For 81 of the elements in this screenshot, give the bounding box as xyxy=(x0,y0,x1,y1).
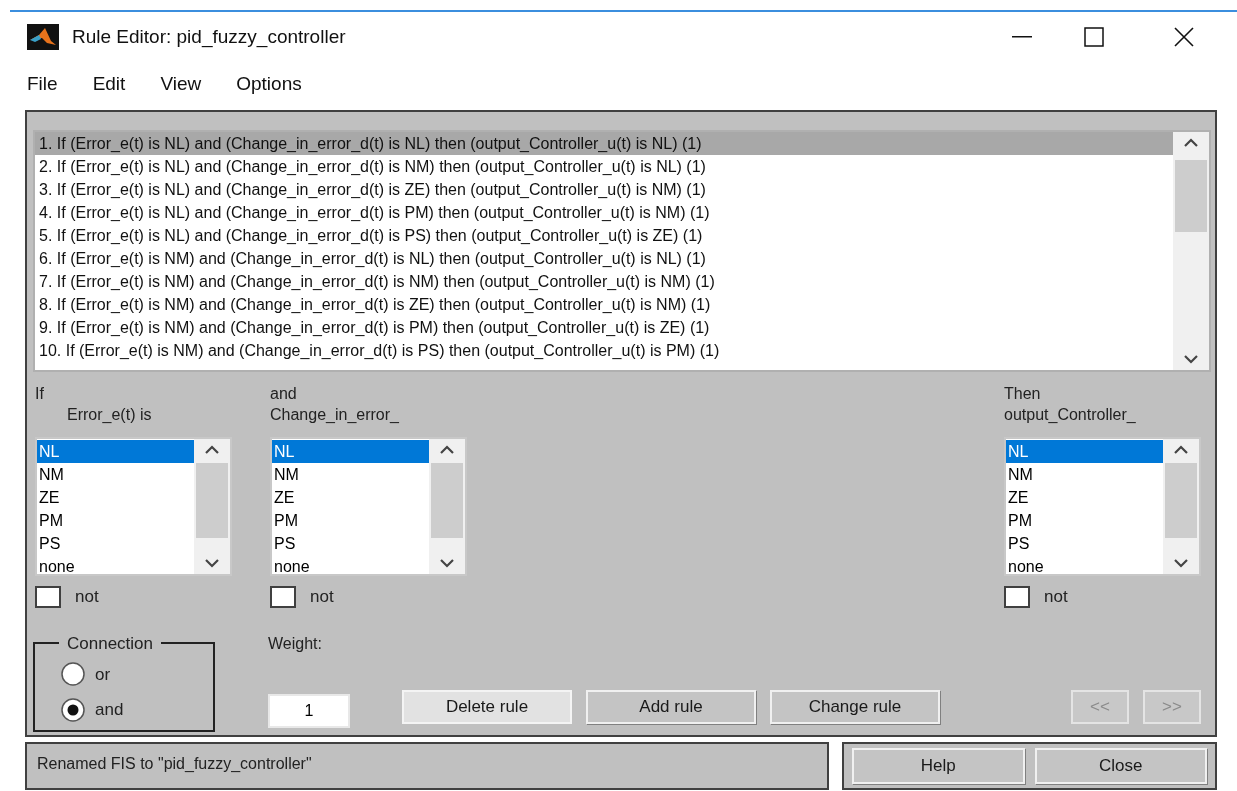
rule-item[interactable]: 5. If (Error_e(t) is NL) and (Change_in_error_d(t) is PS) then (output_Controller_u(t) is ZE) (1) xyxy=(35,224,1173,247)
checkbox[interactable] xyxy=(1004,585,1030,608)
rule-item[interactable]: 7. If (Error_e(t) is NM) and (Change_in_error_d(t) is NM) then (output_Controller_u(t) is NM) (1) xyxy=(35,270,1173,293)
membership-list[interactable]: NL NM ZE PM PS none xyxy=(35,437,232,576)
chevron-down-icon[interactable] xyxy=(1174,559,1188,568)
chevron-up-icon[interactable] xyxy=(1174,445,1188,454)
rule-item[interactable]: 10. If (Error_e(t) is NM) and (Change_in_error_d(t) is PS) then (output_Controller_u(t) is PM) (1) xyxy=(35,339,1173,362)
list-item[interactable]: PS xyxy=(37,532,194,555)
chevron-up-icon[interactable] xyxy=(440,445,454,454)
chevron-down-icon[interactable] xyxy=(1184,355,1198,364)
app-logo-icon xyxy=(27,24,59,50)
variable-label: output_Controller_ xyxy=(1004,405,1137,425)
checkbox[interactable] xyxy=(35,585,61,608)
button[interactable]: Change rule xyxy=(770,689,940,724)
radio-button[interactable] xyxy=(61,662,85,687)
list-item[interactable]: PM xyxy=(37,509,194,532)
menu-item[interactable]: File xyxy=(27,69,58,99)
column-heading: If xyxy=(35,384,45,404)
column-heading: and xyxy=(270,384,298,404)
weight-label: Weight: xyxy=(268,633,323,654)
list-item[interactable]: PS xyxy=(1006,532,1163,555)
rule-item[interactable]: 3. If (Error_e(t) is NL) and (Change_in_error_d(t) is ZE) then (output_Controller_u(t) is NM) (1) xyxy=(35,178,1173,201)
scrollbar-thumb[interactable] xyxy=(1175,160,1207,232)
window-title: Rule Editor: pid_fuzzy_controller xyxy=(72,24,346,50)
rule-list[interactable] xyxy=(33,130,1211,372)
membership-list[interactable]: NL NM ZE PM PS none xyxy=(270,437,467,576)
list-item[interactable]: ZE xyxy=(272,486,429,509)
menu-item[interactable]: Edit xyxy=(92,69,126,99)
checkbox[interactable] xyxy=(270,585,296,608)
list-item[interactable]: NM xyxy=(37,463,194,486)
radio-button[interactable] xyxy=(61,697,85,722)
minimize-icon[interactable] xyxy=(1012,36,1032,38)
variable-label: Error_e(t) is xyxy=(66,405,153,425)
chevron-down-icon[interactable] xyxy=(205,559,219,568)
menu-item[interactable]: View xyxy=(160,69,202,99)
list-item[interactable]: NM xyxy=(1006,463,1163,486)
chevron-up-icon[interactable] xyxy=(1184,138,1198,147)
radio-label: and xyxy=(95,699,124,721)
rule-item[interactable]: 1. If (Error_e(t) is NL) and (Change_in_error_d(t) is NL) then (output_Controller_u(t) is NL) (1) xyxy=(35,132,1173,155)
checkbox-label: not xyxy=(75,586,99,608)
list-item[interactable]: none xyxy=(1006,555,1163,574)
list-item[interactable]: NL xyxy=(37,440,194,463)
list-item[interactable]: ZE xyxy=(37,486,194,509)
list-item[interactable]: ZE xyxy=(1006,486,1163,509)
scrollbar[interactable] xyxy=(194,439,230,574)
rule-item[interactable]: 9. If (Error_e(t) is NM) and (Change_in_error_d(t) is PM) then (output_Controller_u(t) is ZE) (1) xyxy=(35,316,1173,339)
list-item[interactable]: NL xyxy=(272,440,429,463)
scrollbar-thumb[interactable] xyxy=(1165,463,1197,538)
radio-label: or xyxy=(95,663,111,686)
list-item[interactable]: NM xyxy=(272,463,429,486)
scrollbar-thumb[interactable] xyxy=(196,463,228,538)
list-item[interactable]: PM xyxy=(1006,509,1163,532)
status-message: Renamed FIS to "pid_fuzzy_controller" xyxy=(37,754,312,774)
rule-item[interactable]: 8. If (Error_e(t) is NM) and (Change_in_error_d(t) is ZE) then (output_Controller_u(t) is NM) (1) xyxy=(35,293,1173,316)
chevron-down-icon[interactable] xyxy=(440,559,454,568)
rule-item[interactable]: 2. If (Error_e(t) is NL) and (Change_in_error_d(t) is NM) then (output_Controller_u(t) is NL) (1) xyxy=(35,155,1173,178)
maximize-icon[interactable] xyxy=(1084,27,1104,47)
list-item[interactable]: PM xyxy=(272,509,429,532)
scrollbar[interactable] xyxy=(1163,439,1199,574)
list-item[interactable]: NL xyxy=(1006,440,1163,463)
button[interactable]: Help xyxy=(852,748,1025,784)
list-item[interactable]: none xyxy=(37,555,194,574)
button[interactable]: Delete rule xyxy=(402,689,572,724)
menu-item[interactable]: Options xyxy=(236,69,302,99)
weight-field[interactable]: 1 xyxy=(268,693,350,728)
checkbox-label: not xyxy=(310,586,334,608)
list-item[interactable]: none xyxy=(272,555,429,574)
button[interactable]: Close xyxy=(1034,748,1207,784)
button[interactable]: Add rule xyxy=(586,689,756,724)
rule-item[interactable]: 4. If (Error_e(t) is NL) and (Change_in_error_d(t) is PM) then (output_Controller_u(t) is NM) (1) xyxy=(35,201,1173,224)
scrollbar-thumb[interactable] xyxy=(431,463,463,538)
variable-label: Change_in_error_ xyxy=(270,405,400,425)
checkbox-label: not xyxy=(1044,586,1068,608)
list-item[interactable]: PS xyxy=(272,532,429,555)
column-heading: Then xyxy=(1004,384,1042,404)
chevron-up-icon[interactable] xyxy=(205,445,219,454)
scrollbar[interactable] xyxy=(1173,132,1209,370)
close-icon[interactable] xyxy=(1174,27,1194,47)
rule-item[interactable]: 6. If (Error_e(t) is NM) and (Change_in_error_d(t) is NL) then (output_Controller_u(t) is NL) (1) xyxy=(35,247,1173,270)
membership-list[interactable]: NL NM ZE PM PS none xyxy=(1004,437,1201,576)
scrollbar[interactable] xyxy=(429,439,465,574)
